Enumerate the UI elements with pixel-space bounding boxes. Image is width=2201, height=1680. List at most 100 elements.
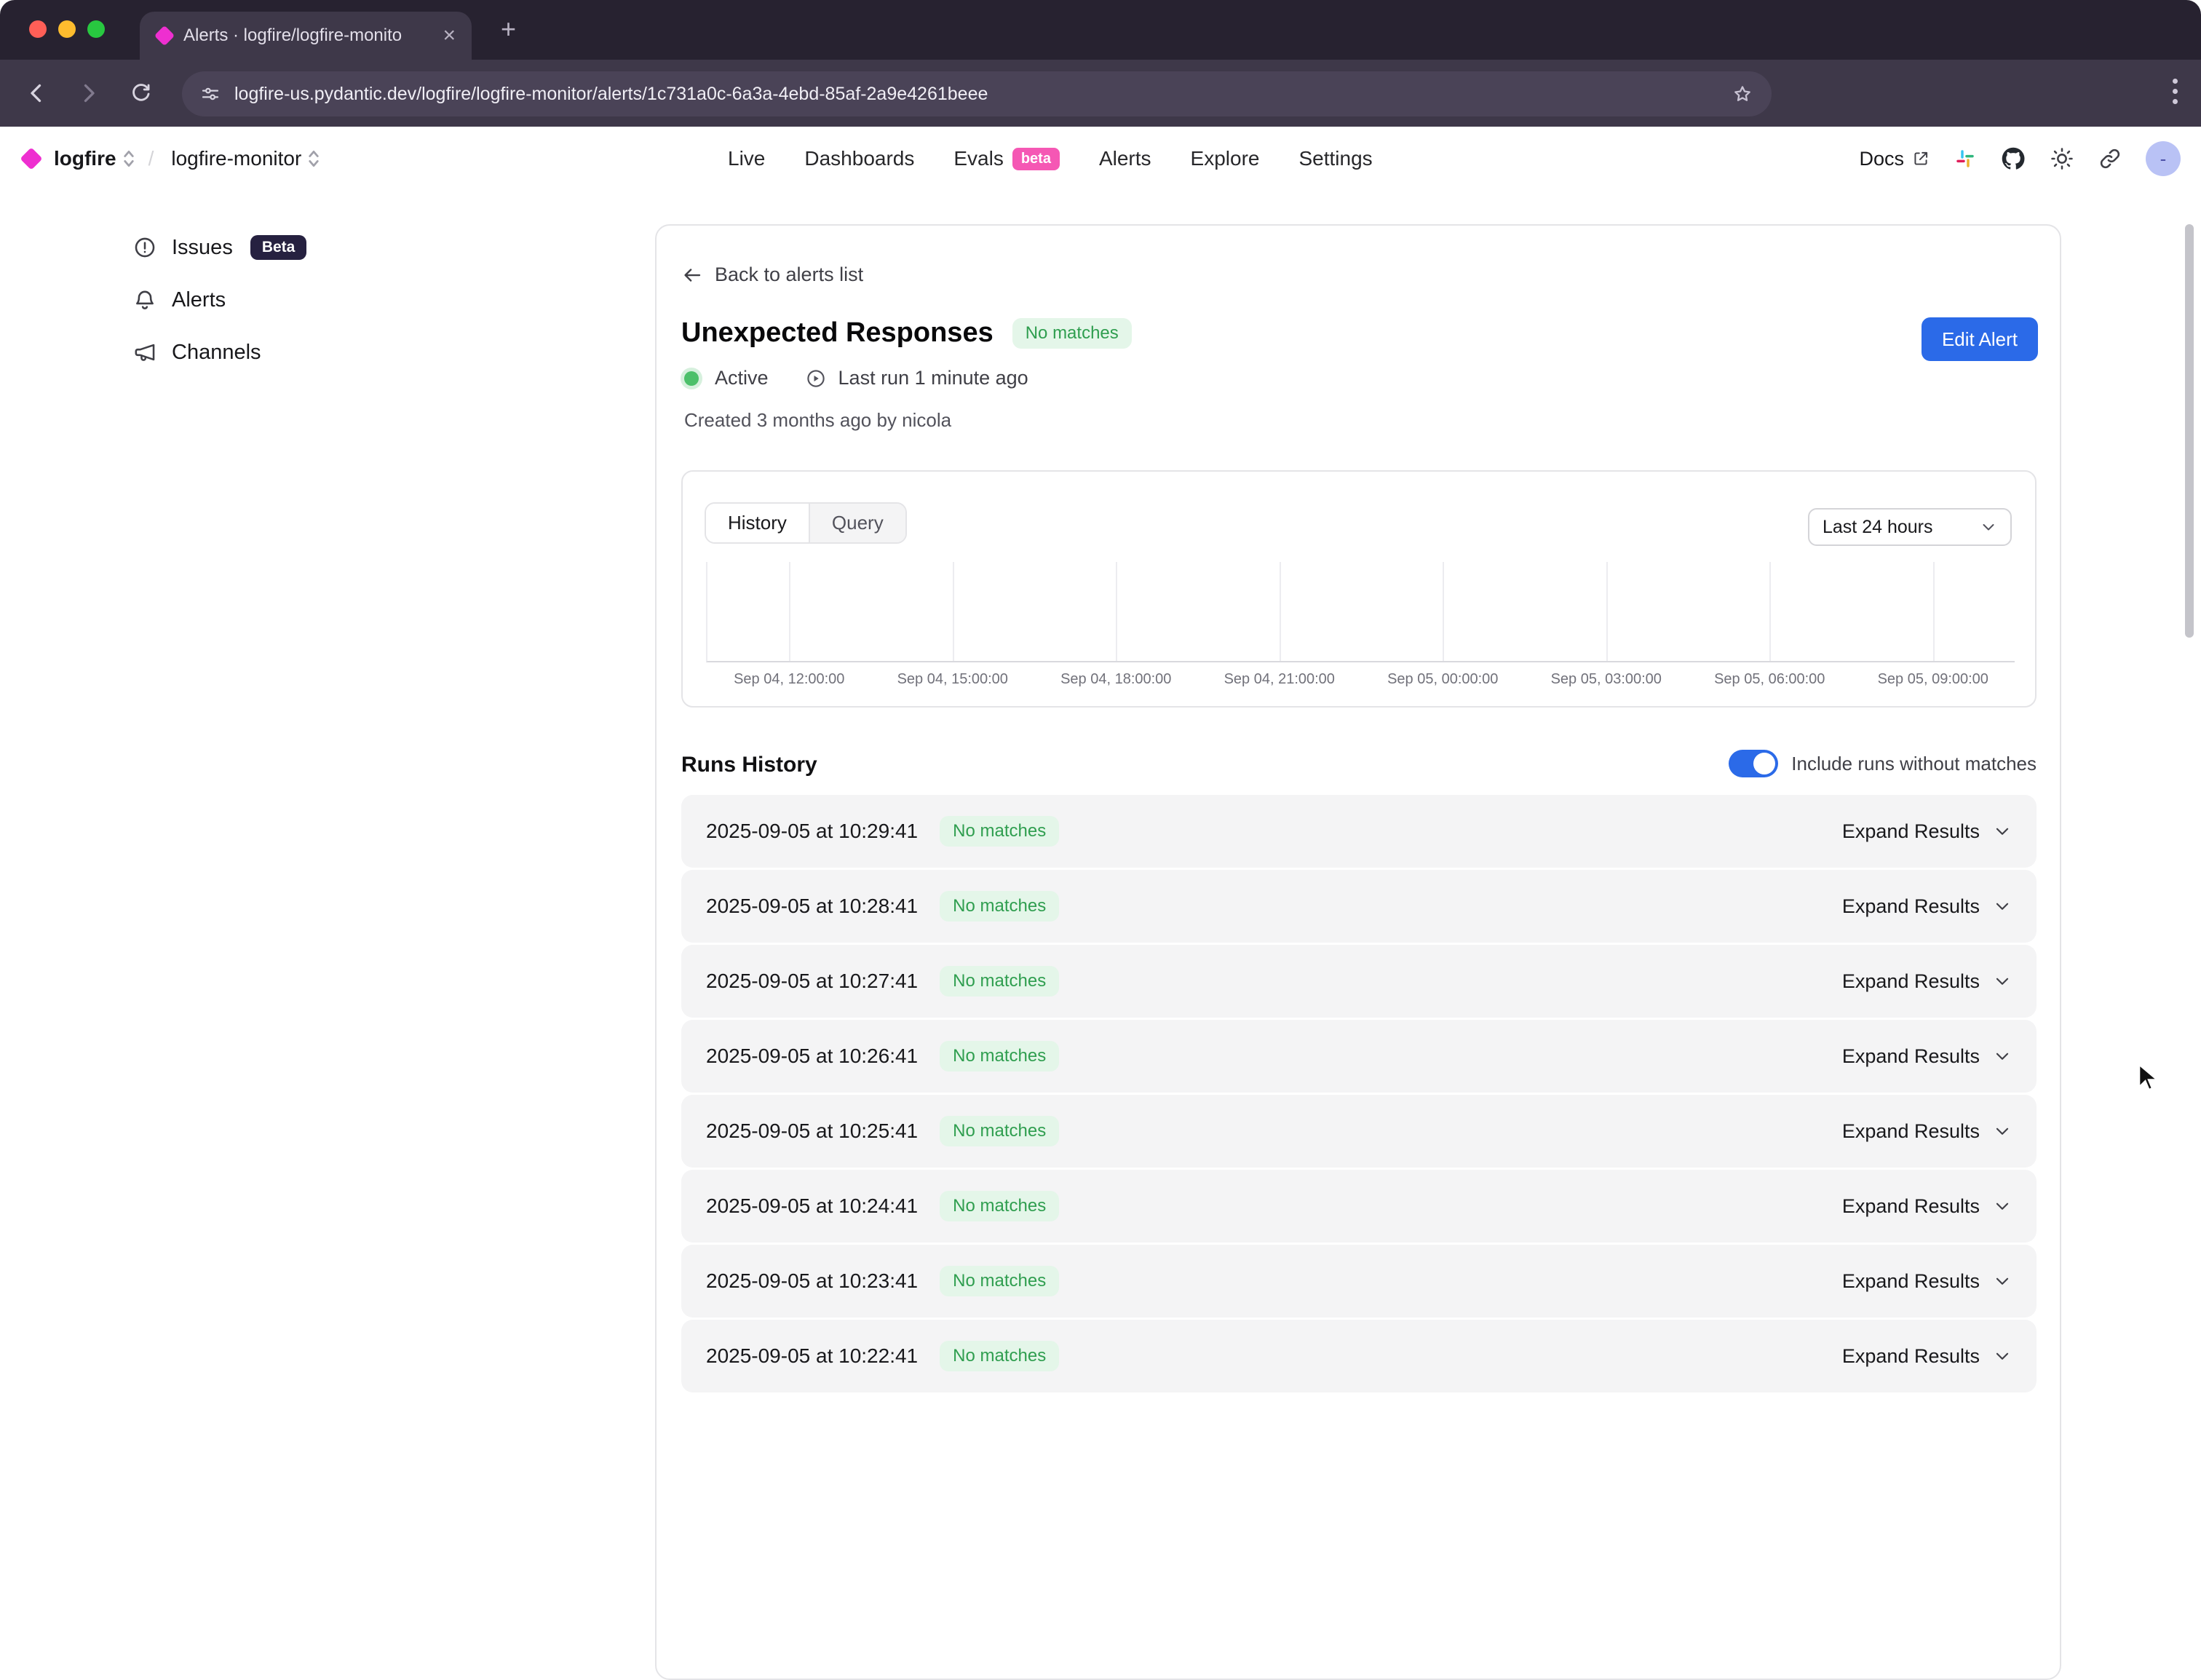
window-minimize-button[interactable] [58,20,76,38]
nav-item-alerts[interactable]: Alerts [1099,147,1151,170]
window-zoom-button[interactable] [87,20,105,38]
chevron-down-icon[interactable] [1993,972,2012,991]
chart-tick-label: Sep 04, 18:00:00 [1060,671,1171,688]
nav-item-evals[interactable]: Evals beta [953,147,1060,170]
tab-query[interactable]: Query [809,504,905,542]
nav-item-settings[interactable]: Settings [1298,147,1372,170]
browser-menu-icon[interactable] [2173,79,2178,104]
nav-item-live[interactable]: Live [728,147,765,170]
sidebar: Issues Beta Alerts Channels [132,221,540,379]
chevron-down-icon[interactable] [1993,1047,2012,1066]
nav-item-dashboards[interactable]: Dashboards [804,147,914,170]
run-timestamp: 2025-09-05 at 10:25:41 [706,1120,918,1143]
arrow-left-icon [681,264,703,286]
share-link-icon[interactable] [2098,146,2122,171]
github-icon[interactable] [2000,146,2026,172]
run-row[interactable]: 2025-09-05 at 10:29:41No matchesExpand R… [681,795,2037,868]
run-timestamp: 2025-09-05 at 10:27:41 [706,970,918,993]
beta-badge: beta [1012,148,1060,170]
run-row[interactable]: 2025-09-05 at 10:22:41No matchesExpand R… [681,1320,2037,1392]
include-runs-toggle-row: Include runs without matches [1729,750,2037,777]
window-close-button[interactable] [29,20,47,38]
run-row[interactable]: 2025-09-05 at 10:26:41No matchesExpand R… [681,1020,2037,1093]
slack-icon[interactable] [1954,147,1977,170]
docs-link[interactable]: Docs [1859,148,1930,170]
expand-results-label[interactable]: Expand Results [1842,1345,1980,1368]
expand-results-label[interactable]: Expand Results [1842,1270,1980,1293]
chart-gridline [1769,562,1771,661]
panel-tabs: History Query [705,502,907,544]
chevron-down-icon[interactable] [1993,897,2012,916]
tab-history[interactable]: History [706,504,809,542]
run-row[interactable]: 2025-09-05 at 10:25:41 No matches Expand R… [681,1095,2037,1168]
runs-list: 2025-09-05 at 10:29:41No matchesExpand R… [681,795,2037,1395]
no-matches-badge: No matches [940,1116,1059,1146]
expand-results-label[interactable]: Expand Results [1842,1045,1980,1068]
run-row[interactable]: 2025-09-05 at 10:23:41No matchesExpand R… [681,1245,2037,1318]
forward-button[interactable] [76,80,102,106]
sidebar-item-label: Alerts [172,288,226,312]
chevron-down-icon[interactable] [1993,1197,2012,1216]
breadcrumb: logfire / logfire-monitor [23,127,320,191]
expand-results-label[interactable]: Expand Results [1842,895,1980,918]
beta-badge: Beta [250,235,307,260]
history-chart: Sep 04, 12:00:00Sep 04, 15:00:00Sep 04, … [706,562,2015,662]
project-switcher[interactable]: logfire-monitor [167,147,320,170]
no-matches-badge: No matches [940,1266,1059,1296]
logfire-logo-icon [20,147,42,170]
bell-icon [132,288,157,312]
nav-item-explore[interactable]: Explore [1191,147,1260,170]
site-settings-icon[interactable] [199,83,221,105]
bookmark-star-icon[interactable] [1731,82,1754,106]
include-runs-toggle[interactable] [1729,750,1778,777]
issues-icon [132,235,157,260]
sidebar-item-label: Issues [172,236,233,260]
theme-sun-icon[interactable] [2050,146,2074,171]
chevron-down-icon[interactable] [1993,1122,2012,1141]
external-link-icon [1911,149,1930,168]
run-row[interactable]: 2025-09-05 at 10:24:41 No matches Expand R… [681,1170,2037,1243]
run-timestamp: 2025-09-05 at 10:22:41 [706,1344,918,1368]
url-bar[interactable]: logfire-us.pydantic.dev/logfire/logfire-… [182,71,1772,116]
no-matches-badge: No matches [940,966,1059,996]
expand-results-label[interactable]: Expand Results [1842,1195,1980,1218]
edit-alert-button[interactable]: Edit Alert [1922,317,2038,361]
sidebar-item-issues[interactable]: Issues Beta [132,221,540,274]
chevron-down-icon[interactable] [1993,1347,2012,1366]
back-label: Back to alerts list [715,264,863,286]
sidebar-item-label: Channels [172,341,261,365]
alert-title-row: Unexpected Responses No matches [681,317,1132,349]
last-run-icon [805,368,827,389]
run-row[interactable]: 2025-09-05 at 10:28:41No matchesExpand R… [681,870,2037,943]
nav-item-label: Evals [953,147,1003,170]
run-row[interactable]: 2025-09-05 at 10:27:41 No matches Expand R… [681,945,2037,1018]
sidebar-item-alerts[interactable]: Alerts [132,274,540,326]
expand-results-label[interactable]: Expand Results [1842,970,1980,993]
mouse-cursor [2137,1063,2162,1101]
new-tab-button[interactable]: + [501,16,516,42]
last-run-label: Last run 1 minute ago [838,367,1028,389]
expand-results-label[interactable]: Expand Results [1842,1120,1980,1143]
back-button[interactable] [23,80,49,106]
org-switcher[interactable]: logfire [49,147,135,170]
no-matches-badge: No matches [940,1191,1059,1221]
toggle-knob [1753,753,1775,774]
time-range-select[interactable]: Last 24 hours [1808,508,2012,546]
app-header: logfire / logfire-monitor Live Dashboards… [0,127,2201,191]
sidebar-item-channels[interactable]: Channels [132,326,540,379]
chart-tick-label: Sep 05, 03:00:00 [1551,671,1662,688]
expand-results-label[interactable]: Expand Results [1842,820,1980,843]
runs-history-heading: Runs History [681,753,817,777]
back-to-alerts-link[interactable]: Back to alerts list [681,264,863,286]
alert-status-row: Active Last run 1 minute ago [684,367,1028,389]
reload-button[interactable] [128,82,153,106]
chevron-down-icon[interactable] [1993,822,2012,841]
tab-close-icon[interactable]: × [440,25,459,47]
run-timestamp: 2025-09-05 at 10:24:41 [706,1194,918,1218]
chevron-down-icon[interactable] [1993,1272,2012,1291]
page-scrollbar-thumb[interactable] [2185,224,2194,638]
alert-detail-card: Back to alerts list Unexpected Responses… [655,224,2061,1680]
user-avatar[interactable]: - [2146,141,2181,176]
chevron-updown-icon [307,148,320,169]
browser-tab[interactable]: Alerts · logfire/logfire-monito × [140,12,472,60]
